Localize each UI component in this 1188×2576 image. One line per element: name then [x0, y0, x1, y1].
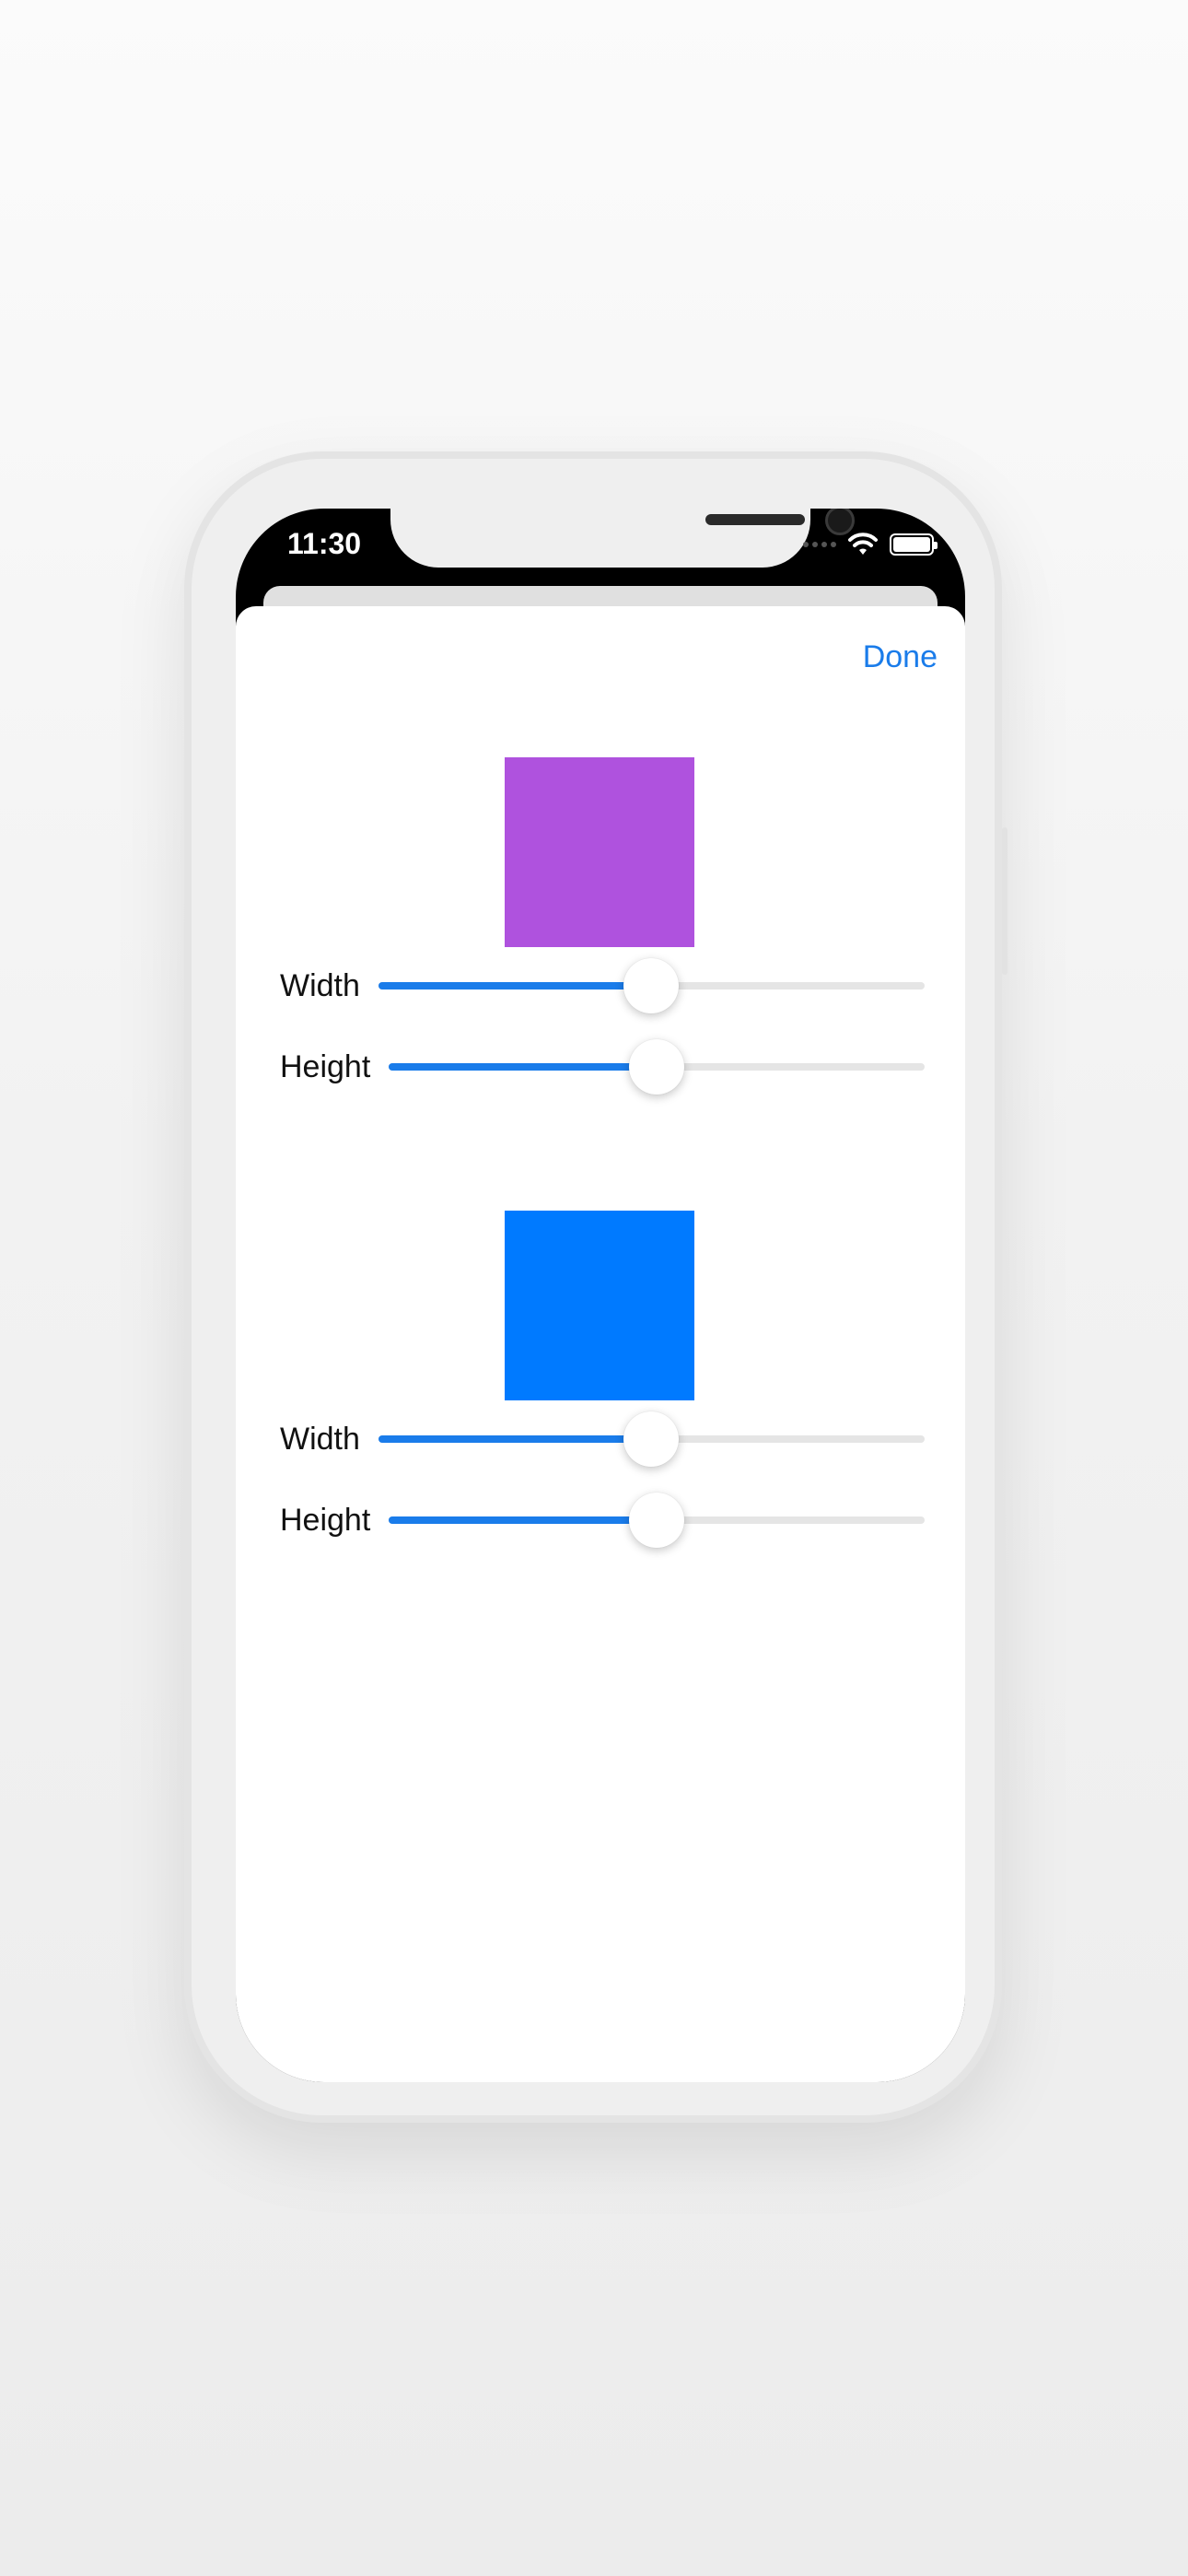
width-slider[interactable]: [378, 958, 925, 1013]
signal-icon: [803, 542, 836, 547]
width-slider[interactable]: [378, 1411, 925, 1467]
stage: 11:30 Done Width Height Width Height: [0, 0, 1188, 2576]
slider-label: Width: [280, 1421, 360, 1457]
done-button[interactable]: Done: [863, 639, 938, 675]
height-slider[interactable]: [389, 1493, 925, 1548]
slider-fill: [389, 1063, 658, 1071]
slider-thumb[interactable]: [623, 1411, 680, 1467]
slider-label: Width: [280, 967, 360, 1003]
status-time: 11:30: [287, 527, 362, 560]
phone-frame: 11:30 Done Width Height Width Height: [184, 451, 1007, 2123]
slider-fill: [378, 1435, 652, 1443]
slider-thumb[interactable]: [629, 1493, 685, 1548]
slider-thumb[interactable]: [629, 1039, 685, 1095]
slider-label: Height: [280, 1502, 371, 1538]
screen: 11:30 Done Width Height Width Height: [236, 509, 965, 2082]
width-slider-row: Width: [280, 1411, 925, 1467]
wifi-icon: [848, 533, 878, 555]
slider-fill: [389, 1516, 658, 1524]
height-slider-row: Height: [280, 1039, 925, 1095]
front-camera: [825, 509, 855, 535]
width-slider-row: Width: [280, 958, 925, 1013]
slider-thumb[interactable]: [623, 958, 680, 1013]
height-slider[interactable]: [389, 1039, 925, 1095]
side-button: [1002, 827, 1007, 975]
modal-sheet: Done Width Height Width Height: [236, 606, 965, 2082]
slider-label: Height: [280, 1048, 371, 1084]
shape-square: [505, 1211, 694, 1400]
height-slider-row: Height: [280, 1493, 925, 1548]
slider-fill: [378, 982, 652, 989]
shape-square: [505, 757, 694, 947]
speaker-grille: [705, 514, 805, 525]
battery-icon: [890, 533, 938, 556]
status-icons: [803, 533, 938, 556]
notch: [390, 509, 855, 568]
